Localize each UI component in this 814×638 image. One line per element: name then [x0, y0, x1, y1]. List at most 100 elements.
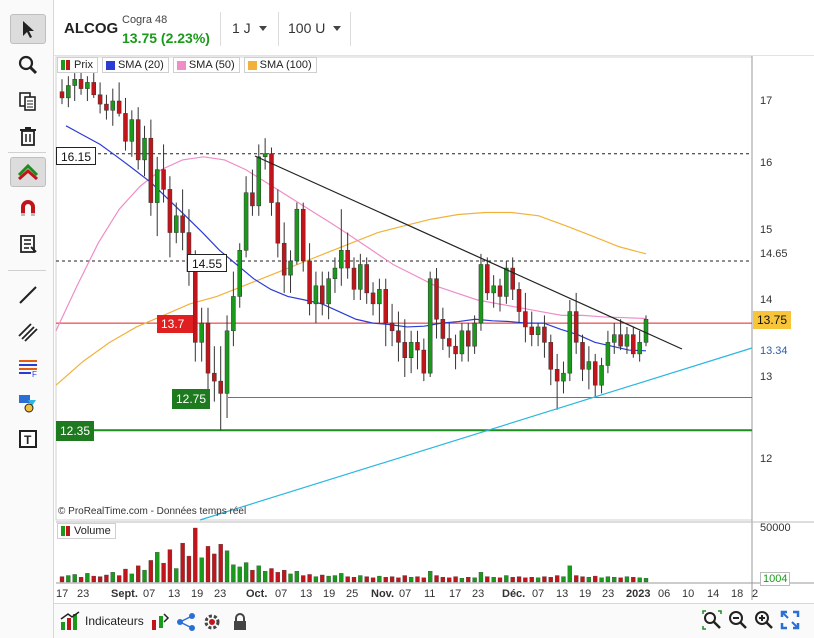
candle[interactable] [135, 119, 141, 161]
text-tool-icon[interactable]: T [10, 424, 46, 454]
fibonacci-icon[interactable]: F [10, 352, 46, 382]
candle[interactable] [491, 285, 496, 294]
candle[interactable] [364, 264, 369, 294]
candle[interactable] [389, 322, 395, 332]
candle[interactable] [466, 330, 471, 347]
candle[interactable] [142, 137, 147, 161]
candle[interactable] [256, 156, 262, 207]
candle[interactable] [643, 319, 649, 343]
candle[interactable] [205, 322, 211, 374]
candle[interactable] [231, 296, 236, 332]
candle[interactable] [243, 192, 249, 251]
candle[interactable] [427, 278, 433, 374]
candle[interactable] [123, 113, 128, 142]
candle[interactable] [415, 342, 420, 351]
candle[interactable] [294, 208, 300, 262]
candle[interactable] [624, 334, 630, 347]
candle[interactable] [218, 380, 223, 394]
candle[interactable] [396, 330, 401, 343]
candle[interactable] [288, 260, 293, 276]
candle[interactable] [453, 345, 458, 355]
candle[interactable] [535, 326, 541, 335]
candle[interactable] [434, 278, 439, 320]
candle[interactable] [281, 242, 287, 276]
candle[interactable] [320, 285, 325, 305]
zoom-fit-icon[interactable] [702, 610, 722, 630]
legend-sma20[interactable]: SMA (20) [101, 57, 169, 73]
candle[interactable] [592, 361, 598, 386]
legend-sma100[interactable]: SMA (100) [243, 57, 317, 73]
candle[interactable] [586, 361, 592, 370]
candle[interactable] [332, 267, 338, 279]
candle[interactable] [237, 250, 242, 297]
legend-sma50[interactable]: SMA (50) [172, 57, 240, 73]
candle[interactable] [300, 208, 306, 262]
candle[interactable] [199, 322, 204, 343]
candle[interactable] [154, 169, 160, 203]
candle[interactable] [523, 311, 528, 328]
magnet-icon[interactable] [10, 193, 46, 223]
lock-icon[interactable] [230, 612, 250, 635]
candle[interactable] [548, 342, 554, 370]
candle[interactable] [542, 326, 547, 343]
candle[interactable] [326, 278, 331, 305]
candle[interactable] [339, 250, 344, 269]
candle[interactable] [504, 267, 509, 297]
level-tag-12-35[interactable]: 12.35 [56, 421, 95, 441]
candle[interactable] [485, 264, 490, 294]
candle[interactable] [377, 289, 382, 305]
candle[interactable] [440, 319, 446, 339]
legend-volume[interactable]: Volume [57, 523, 116, 539]
auto-trend-icon[interactable] [10, 157, 46, 187]
candle[interactable] [129, 119, 135, 142]
candle[interactable] [116, 100, 122, 114]
level-tag-13-7[interactable]: 13.7 [157, 315, 193, 333]
candle[interactable] [91, 82, 96, 96]
compare-icon[interactable] [150, 612, 170, 635]
candle[interactable] [78, 79, 84, 89]
candle[interactable] [85, 82, 90, 89]
candle[interactable] [167, 189, 173, 233]
list-icon[interactable] [10, 229, 46, 259]
candle[interactable] [193, 271, 198, 343]
trend-line-icon[interactable] [10, 280, 46, 310]
shapes-icon[interactable] [10, 388, 46, 418]
level-tag-12-75[interactable]: 12.75 [172, 389, 211, 409]
units-dropdown[interactable]: 100 U [288, 20, 342, 36]
candle[interactable] [104, 103, 109, 111]
candle[interactable] [446, 338, 452, 347]
candle[interactable] [224, 330, 230, 394]
candle[interactable] [110, 100, 116, 111]
candle[interactable] [637, 342, 642, 355]
candle[interactable] [421, 349, 427, 374]
candle[interactable] [345, 250, 350, 269]
candle[interactable] [174, 215, 179, 233]
candle[interactable] [72, 79, 77, 86]
copy-icon[interactable] [10, 86, 46, 116]
candle[interactable] [307, 260, 312, 305]
trash-icon[interactable] [10, 121, 46, 151]
indicators-button[interactable]: Indicateurs [60, 611, 144, 631]
candle[interactable] [529, 326, 534, 335]
candle[interactable] [358, 264, 363, 290]
candle[interactable] [408, 342, 414, 359]
zoom-icon[interactable] [10, 50, 46, 80]
level-tag-16-15[interactable]: 16.15 [56, 147, 97, 165]
candle[interactable] [66, 85, 71, 99]
settings-icon[interactable] [202, 612, 222, 635]
timeframe-dropdown[interactable]: 1 J [232, 20, 267, 36]
candle[interactable] [554, 369, 560, 382]
candle[interactable] [262, 153, 268, 158]
candle[interactable] [618, 334, 623, 347]
share-icon[interactable] [176, 612, 196, 635]
candle[interactable] [383, 289, 388, 324]
zoom-out-icon[interactable] [728, 610, 748, 630]
candle[interactable] [97, 94, 103, 105]
zoom-in-icon[interactable] [754, 610, 774, 630]
candle[interactable] [573, 311, 579, 343]
candle[interactable] [561, 372, 566, 382]
candle[interactable] [516, 289, 522, 312]
candle[interactable] [402, 342, 408, 359]
ticker-symbol[interactable]: ALCOG [64, 20, 118, 37]
candle[interactable] [59, 91, 65, 99]
